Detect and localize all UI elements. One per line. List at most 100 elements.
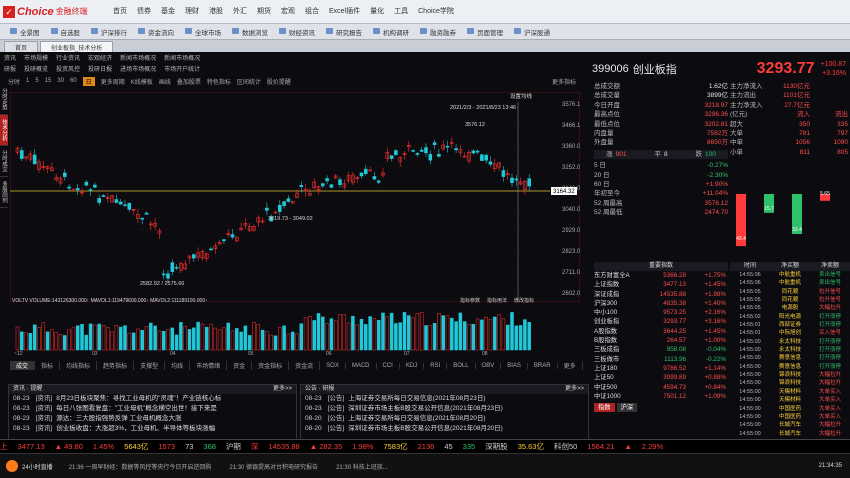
signal-row[interactable]: 14:55:05 同花顺 拉升信号	[730, 296, 850, 304]
indicator-tab[interactable]: 市场情绪	[190, 361, 228, 370]
indicator-tab[interactable]: CCI	[377, 362, 400, 369]
index-row[interactable]: 中证1000 7501.12 +1.09%	[594, 392, 728, 401]
menu-item[interactable]: 期货	[252, 0, 276, 24]
chart-tool-button[interactable]: 特色指标	[207, 77, 237, 86]
index-row[interactable]: 创业板指 3293.77 +3.16%	[594, 317, 728, 326]
nav-link[interactable]: 进场市场概况	[120, 64, 164, 73]
news-item[interactable]: 08-20 [公告] 深圳证券市场主板B股交易公开信息(2021年08月20日)	[301, 424, 588, 434]
volume-tool-link[interactable]: 修改指标	[514, 297, 534, 304]
toolbar-button[interactable]: 机构调研	[371, 27, 418, 37]
index-row[interactable]: 上证50 3099.89 +0.88%	[594, 373, 728, 382]
toolbar-button[interactable]: 资金流向	[136, 27, 183, 37]
menu-item[interactable]: 首页	[108, 0, 132, 24]
signal-row[interactable]: 14:55:00 长城汽车 大幅拉升	[730, 421, 850, 429]
menu-item[interactable]: 基金	[156, 0, 180, 24]
index-row[interactable]: 三板做市 1113.96 -0.22%	[594, 355, 728, 364]
signal-row[interactable]: 14:55:00 锦浪科技 大幅拉升	[730, 379, 850, 387]
nav-link[interactable]: 新闻市场概况	[120, 53, 164, 62]
signal-row[interactable]: 14:55:02 阳光电源 打开涨停	[730, 313, 850, 321]
news-item[interactable]: 08-23 [资讯] 每日八张图看复盘："工业母机"概念横空出世！接下来是	[9, 404, 296, 414]
chart-tool-button[interactable]: 更多周期	[101, 77, 131, 86]
news-item[interactable]: 08-23 [资讯] 8月23日板块聚焦：寻找工业母机的"灵魂"！产业链核心标	[9, 394, 296, 404]
ma-settings-label[interactable]: 设置均线	[510, 92, 533, 100]
indicator-tab[interactable]: 指标	[35, 361, 61, 370]
signal-row[interactable]: 14:55:01 中际旭创 买入信号	[730, 329, 850, 337]
signal-row[interactable]: 14:55:00 赛意信息 打开涨停	[730, 363, 850, 371]
indicator-tab[interactable]: OBV	[476, 362, 502, 369]
index-row[interactable]: 中证500 4594.73 +0.84%	[594, 383, 728, 392]
side-tab[interactable]: 分时成交	[0, 146, 8, 177]
signal-row[interactable]: 14:55:00 赛意信息 打开涨停	[730, 354, 850, 362]
menu-item[interactable]: 组合	[300, 0, 324, 24]
news-more-link[interactable]: 更多>>	[273, 385, 292, 394]
index-row[interactable]: 东方财富全A 5366.28 +1.75%	[594, 271, 728, 280]
indicator-tab[interactable]: 均线	[165, 361, 191, 370]
signal-row[interactable]: 14:55:00 锦浪科技 大幅拉升	[730, 371, 850, 379]
menu-item[interactable]: 宏观	[276, 0, 300, 24]
period-button-selected[interactable]: 日	[82, 76, 95, 86]
index-row[interactable]: B股指数 264.57 +1.00%	[594, 336, 728, 345]
news-item[interactable]: 08-23 [公告] 深圳证券市场主板B股交易公开信息(2021年08月23日)	[301, 404, 588, 414]
menu-item[interactable]: 工具	[389, 0, 413, 24]
announce-more-link[interactable]: 更多>>	[565, 385, 584, 394]
signal-row[interactable]: 14:55:00 永太科技 打开涨停	[730, 346, 850, 354]
toolbar-button[interactable]: 沪深排行	[89, 27, 136, 37]
index-row[interactable]: 三板成指 958.08 -0.04%	[594, 345, 728, 354]
index-row[interactable]: 深证成指 14535.88 +1.98%	[594, 290, 728, 299]
indicator-tab[interactable]: 成交	[10, 361, 36, 370]
news-item[interactable]: 08-23 [资讯] 源达：三大股指强势反弹 工业母机概念大涨	[9, 414, 296, 424]
indicator-tab[interactable]: 资金指标	[252, 361, 290, 370]
indicator-tab[interactable]: BIAS	[501, 362, 528, 369]
status-message[interactable]: 21:30 科技上班族...	[336, 465, 388, 471]
side-tab[interactable]: 技术分析	[0, 115, 8, 146]
menu-item[interactable]: Excel插件	[324, 0, 365, 24]
news-item[interactable]: 08-23 [公告] 上海证券交易所每日交易信息(2021年08月23日)	[301, 394, 588, 404]
toolbar-button[interactable]: 融资融券	[418, 27, 465, 37]
side-tab[interactable]: 分时走势	[0, 84, 8, 115]
signal-row[interactable]: 14:55:00 中国医药 大单买入	[730, 413, 850, 421]
toolbar-button[interactable]: 全景图	[8, 27, 49, 37]
side-tab[interactable]: 多股同列	[0, 177, 8, 208]
index-row[interactable]: 上证180 9786.52 +1.14%	[594, 364, 728, 373]
volume-tool-link[interactable]: 指标用法	[487, 297, 507, 304]
index-footer-tab[interactable]: 指数	[594, 403, 615, 413]
nav-link[interactable]: 研报	[4, 64, 24, 73]
more-indicators-button[interactable]: 更多指标	[552, 77, 582, 86]
toolbar-button[interactable]: 沪深股通	[512, 27, 559, 37]
toolbar-button[interactable]: 研究报告	[324, 27, 371, 37]
period-button[interactable]: 15	[45, 78, 58, 84]
index-row[interactable]: 中小100 9573.25 +2.16%	[594, 308, 728, 317]
menu-item[interactable]: 理财	[180, 0, 204, 24]
index-row[interactable]: 上证指数 3477.13 +1.45%	[594, 280, 728, 289]
period-button[interactable]: 5	[35, 78, 44, 84]
menu-item[interactable]: 债券	[132, 0, 156, 24]
indicator-tab[interactable]: 资金流	[289, 361, 321, 370]
menu-item[interactable]: 港股	[204, 0, 228, 24]
toolbar-button[interactable]: 数据浏览	[230, 27, 277, 37]
indicator-tab[interactable]: 更多	[558, 361, 583, 370]
tab-tech-analysis[interactable]: 创业板指_技术分析	[40, 41, 114, 52]
signal-row[interactable]: 14:55:05 同花顺 拉升信号	[730, 288, 850, 296]
chart-tool-button[interactable]: 叠加股票	[177, 77, 207, 86]
menu-item[interactable]: Choice学院	[413, 0, 459, 24]
news-tab-info[interactable]: 资讯	[13, 386, 25, 392]
toolbar-button[interactable]: 全球市场	[183, 27, 230, 37]
period-button[interactable]: 分时	[8, 77, 26, 86]
announce-tab[interactable]: 公告	[305, 386, 317, 392]
chart-tool-button[interactable]: 画线	[159, 77, 177, 86]
nav-link[interactable]: 投资风控	[56, 64, 88, 73]
signal-row[interactable]: 14:55:00 长城汽车 大幅拉升	[730, 430, 850, 438]
indicator-tab[interactable]: MACD	[346, 362, 377, 369]
indicator-tab[interactable]: 均线指标	[60, 361, 98, 370]
status-message[interactable]: 21:30 德银提高对台积电研究报告	[229, 465, 318, 471]
chart-tool-button[interactable]: K线模板	[131, 77, 159, 86]
nav-link[interactable]: 资讯	[4, 53, 24, 62]
chart-tool-button[interactable]: 区间统计	[237, 77, 267, 86]
volume-tool-link[interactable]: 指标参数	[460, 297, 480, 304]
signal-row[interactable]: 14:55:01 西部证券 打开涨停	[730, 321, 850, 329]
research-tab[interactable]: 研报	[322, 386, 334, 392]
news-item[interactable]: 08-23 [资讯] 创业板收盘：大涨超3%，工业母机、半导体等板块涨幅	[9, 424, 296, 434]
live-label[interactable]: 24小时直播	[22, 462, 53, 471]
indicator-tab[interactable]: KDJ	[400, 362, 425, 369]
signal-row[interactable]: 14:55:06 中航重机 卖出信号	[730, 271, 850, 279]
